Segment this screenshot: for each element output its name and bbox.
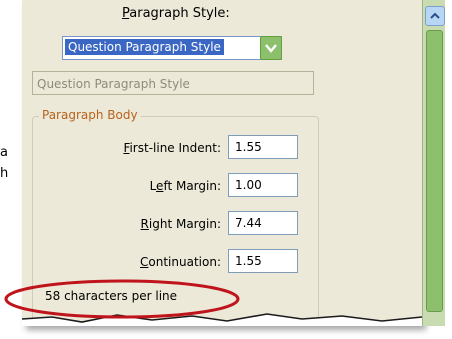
continuation-label: Continuation: xyxy=(140,255,221,269)
right-margin-input[interactable]: 7.44 xyxy=(228,211,298,235)
paragraph-style-selected-value: Question Paragraph Style xyxy=(64,38,225,56)
dropdown-button[interactable] xyxy=(260,36,282,60)
left-margin-label: Left Margin: xyxy=(149,179,221,193)
continuation-input[interactable]: 1.55 xyxy=(228,249,298,273)
vertical-scrollbar[interactable] xyxy=(422,0,445,326)
background-text-fragment-h: h xyxy=(0,166,9,181)
first-line-indent-label: First-line Indent: xyxy=(123,141,221,155)
scroll-up-button[interactable] xyxy=(425,6,445,26)
paragraph-style-label: Paragraph Style: xyxy=(122,6,230,21)
right-margin-label: Right Margin: xyxy=(140,217,221,231)
scroll-up-arrow-icon xyxy=(430,12,440,19)
highlight-oval xyxy=(4,279,240,319)
first-line-indent-input[interactable]: 1.55 xyxy=(228,135,298,159)
background-text-fragment-a: a xyxy=(0,145,8,160)
left-margin-input[interactable]: 1.00 xyxy=(228,173,298,197)
paragraph-body-title: Paragraph Body xyxy=(39,108,141,122)
paragraph-style-select[interactable]: Question Paragraph Style xyxy=(62,36,282,60)
style-name-field[interactable]: Question Paragraph Style xyxy=(32,71,314,95)
scroll-thumb[interactable] xyxy=(426,30,443,312)
dropdown-arrow-icon xyxy=(265,44,277,53)
